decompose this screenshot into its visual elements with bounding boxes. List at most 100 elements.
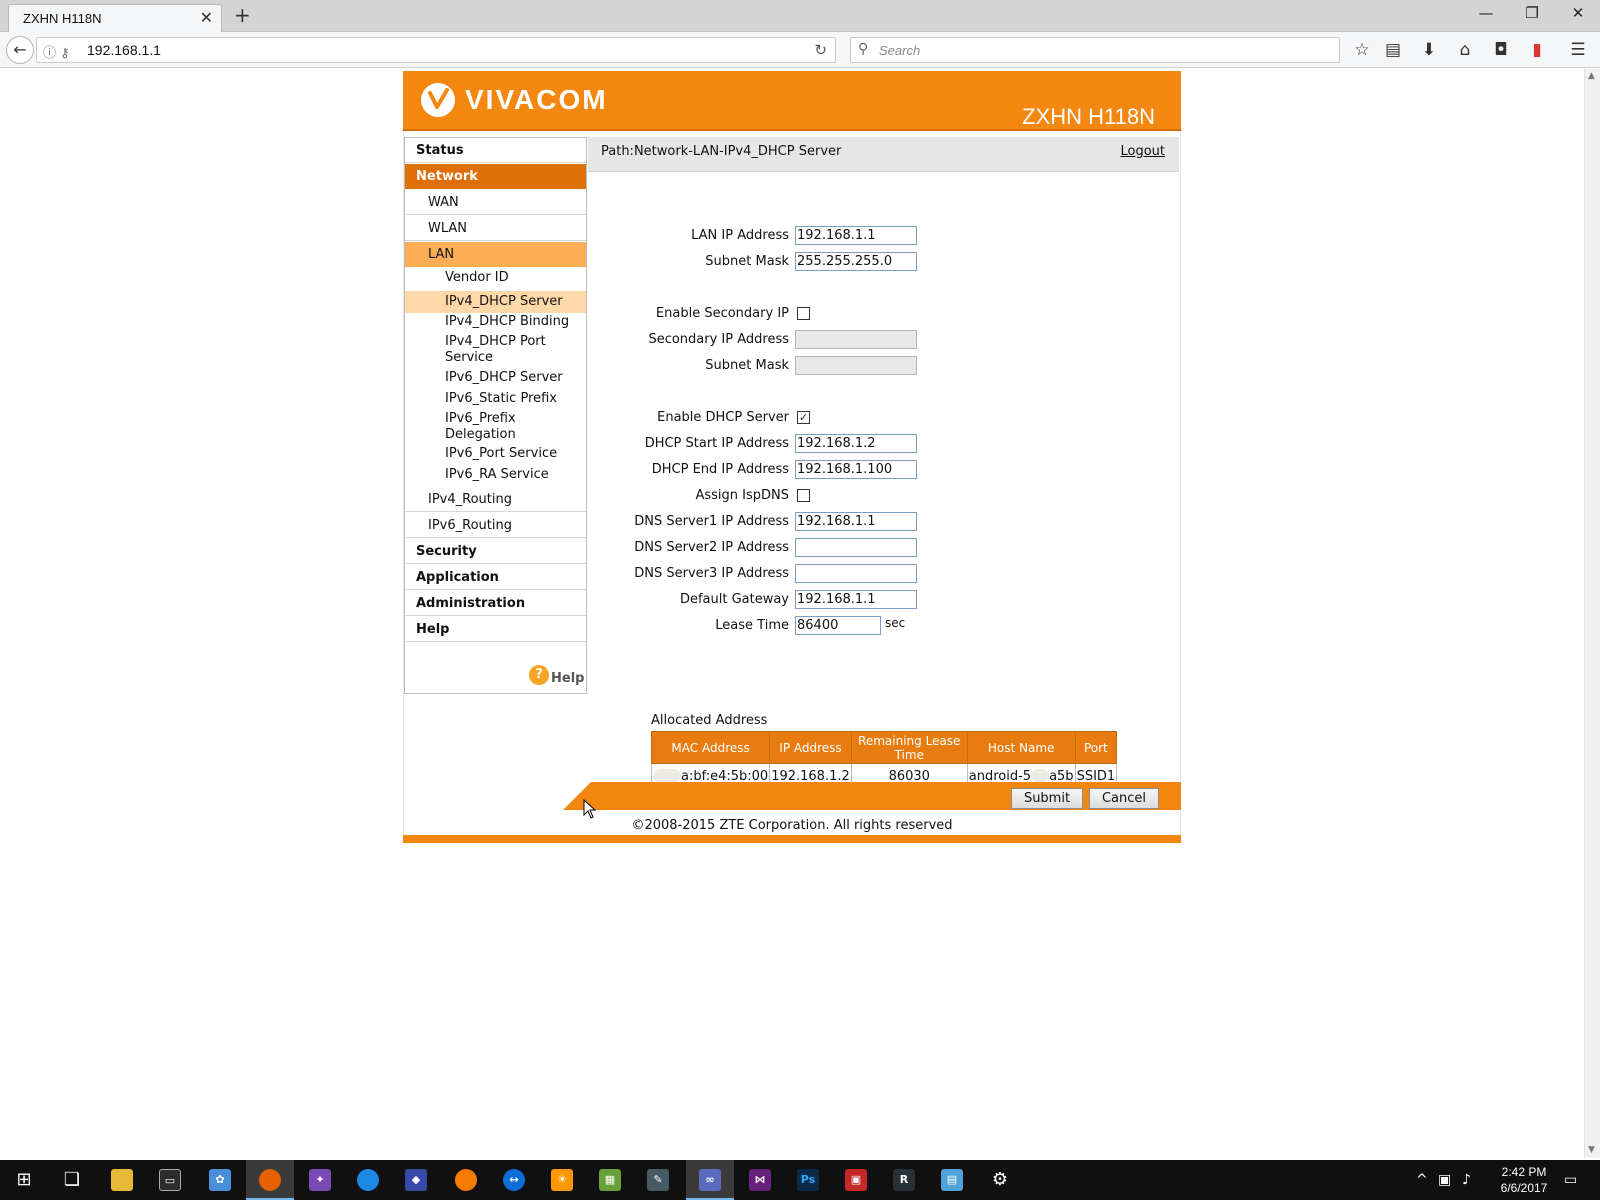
app-icon-7[interactable]: ✎ [634,1160,682,1200]
nav-security-label: Security [416,544,477,559]
nav-ipv6-routing[interactable]: IPv6_Routing [405,513,586,538]
enable-dhcp-checkbox[interactable]: ✓ [797,411,810,424]
task-view-icon[interactable]: ❏ [48,1160,96,1200]
tab-close-icon[interactable]: ✕ [200,8,213,27]
app-icon-10[interactable]: R [880,1160,928,1200]
settings-gear-icon[interactable]: ⚙ [976,1160,1024,1200]
brand-logo-text: VIVACOM [465,84,608,115]
cancel-button[interactable]: Cancel [1089,788,1159,809]
app-icon-8[interactable]: ∞ [686,1160,734,1200]
notification-icon[interactable]: ▭ [1564,1160,1577,1200]
nav-ipv4-routing[interactable]: IPv4_Routing [405,487,586,512]
app-icon-4[interactable]: ◆ [392,1160,440,1200]
default-gateway-input[interactable]: 192.168.1.1 [795,590,917,609]
nav-ipv6-static-prefix[interactable]: IPv6_Static Prefix [405,389,586,409]
dns3-input[interactable] [795,564,917,583]
dhcp-start-input[interactable]: 192.168.1.2 [795,434,917,453]
extension-icon[interactable]: ▮ [1525,40,1549,60]
clock-time: 2:42 PM [1501,1165,1547,1179]
row-dns3: DNS Server3 IP Address [588,564,1179,584]
volume-icon[interactable]: ♪ [1462,1160,1471,1200]
app-icon-6[interactable]: ▦ [586,1160,634,1200]
dns2-input[interactable] [795,538,917,557]
nav-vendor-id[interactable]: Vendor ID [405,267,586,289]
menu-icon[interactable]: ☰ [1566,40,1590,60]
row-secondary-ip: Secondary IP Address [588,330,1179,350]
tray-chevron-icon[interactable]: ^ [1416,1160,1428,1200]
download-icon[interactable]: ⬇ [1417,40,1441,60]
nav-network[interactable]: Network [405,164,586,189]
scroll-down-icon[interactable]: ▼ [1588,1145,1595,1155]
secondary-subnet-input[interactable] [795,356,917,375]
reload-icon[interactable]: ↻ [814,41,827,59]
browser-tab[interactable]: ZXHN H118N ✕ [8,4,222,32]
action-bar: Submit Cancel [563,782,1183,812]
app-icon-5[interactable]: ☀ [538,1160,586,1200]
nav-help[interactable]: Help [405,617,586,642]
site-info-icon[interactable]: ⓘ ⚷ [43,42,70,61]
lan-ip-input[interactable]: 192.168.1.1 [795,226,917,245]
lan-ip-label: LAN IP Address [691,228,789,243]
dns1-input[interactable]: 192.168.1.1 [795,512,917,531]
nav-ipv4-dhcp-server[interactable]: IPv4_DHCP Server [405,291,586,313]
close-window-icon[interactable]: ✕ [1560,4,1596,22]
teamviewer-icon[interactable]: ↔ [490,1160,538,1200]
app-icon-9[interactable]: ▣ [832,1160,880,1200]
scroll-up-icon[interactable]: ▲ [1588,71,1595,81]
minimize-icon[interactable]: — [1468,4,1504,22]
reading-list-icon[interactable]: ▤ [1381,40,1405,60]
bookmark-star-icon[interactable]: ☆ [1350,40,1374,60]
nav-ipv6-dhcp-server[interactable]: IPv6_DHCP Server [405,368,586,388]
col-host-name: Host Name [966,731,1076,764]
home-icon[interactable]: ⌂ [1453,40,1477,60]
app-icon-11[interactable]: ▤ [928,1160,976,1200]
enable-secondary-ip-checkbox[interactable] [797,307,810,320]
nav-wlan[interactable]: WLAN [405,216,586,241]
blender-icon[interactable] [442,1160,490,1200]
windows-start-icon[interactable]: ⊞ [0,1160,48,1200]
visual-studio-icon[interactable]: ⋈ [736,1160,784,1200]
col-mac-address: MAC Address [650,731,771,764]
pocket-icon[interactable]: ◘ [1489,40,1513,60]
nav-lan[interactable]: LAN [405,242,586,267]
restore-icon[interactable]: ❐ [1514,4,1550,22]
dhcp-end-input[interactable]: 192.168.1.100 [795,460,917,479]
nav-application[interactable]: Application [405,565,586,590]
submit-button[interactable]: Submit [1011,788,1083,809]
back-arrow-icon[interactable]: ← [6,36,34,64]
assign-ispdns-checkbox[interactable] [797,489,810,502]
page-scrollbar[interactable]: ▲ ▼ [1584,69,1600,1158]
col-port: Port [1074,731,1118,764]
row-subnet-mask: Subnet Mask 255.255.255.0 [588,252,1179,272]
new-tab-icon[interactable]: + [234,3,251,27]
nav-wan[interactable]: WAN [405,190,586,215]
nav-security[interactable]: Security [405,539,586,564]
nav-status[interactable]: Status [405,138,586,163]
firefox-icon[interactable] [246,1160,294,1200]
subnet-mask-label: Subnet Mask [705,254,789,269]
row-lease-time: Lease Time 86400 sec [588,616,1179,636]
browser-tab-bar: ZXHN H118N ✕ + — ❐ ✕ [0,0,1600,32]
app-icon-3[interactable] [344,1160,392,1200]
nav-ipv4-routing-label: IPv4_Routing [428,492,512,507]
url-bar[interactable]: ⓘ ⚷ 192.168.1.1 ↻ [36,37,836,63]
app-icon-2[interactable]: ✦ [296,1160,344,1200]
nav-ipv6-ra-service[interactable]: IPv6_RA Service [405,465,586,485]
photoshop-icon[interactable]: Ps [784,1160,832,1200]
nav-ipv4-dhcp-port-service[interactable]: IPv4_DHCP Port Service [405,332,586,368]
nav-ipv6-prefix-delegation[interactable]: IPv6_Prefix Delegation [405,409,586,445]
logout-link[interactable]: Logout [1120,144,1165,159]
app-icon-1[interactable]: ✿ [196,1160,244,1200]
lease-time-input[interactable]: 86400 [795,616,881,635]
command-prompt-icon[interactable]: ▭ [146,1160,194,1200]
nav-administration[interactable]: Administration [405,591,586,616]
search-placeholder: Search [879,43,921,58]
subnet-mask-input[interactable]: 255.255.255.0 [795,252,917,271]
network-icon[interactable]: ▣ [1438,1160,1451,1200]
secondary-ip-input[interactable] [795,330,917,349]
nav-ipv4-dhcp-binding[interactable]: IPv4_DHCP Binding [405,312,586,332]
search-bar[interactable]: ⚲ Search [850,37,1340,63]
file-explorer-icon[interactable] [98,1160,146,1200]
taskbar-clock[interactable]: 2:42 PM 6/6/2017 [1492,1164,1556,1196]
nav-ipv6-port-service[interactable]: IPv6_Port Service [405,444,586,464]
